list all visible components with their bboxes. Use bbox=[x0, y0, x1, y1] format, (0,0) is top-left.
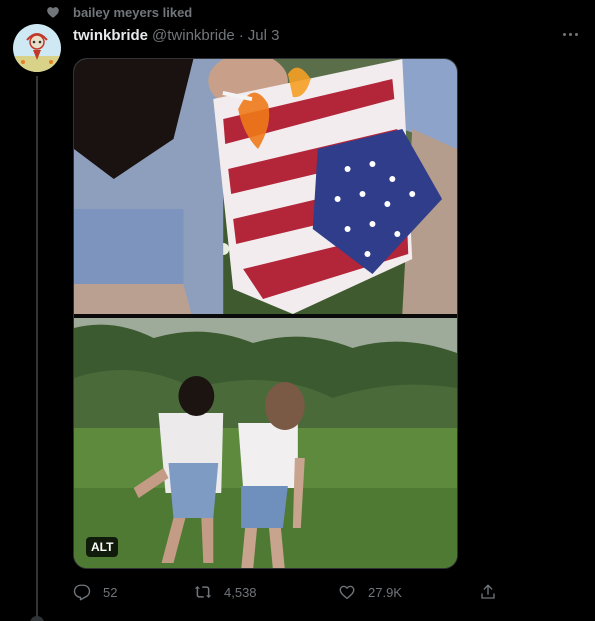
reply-count: 52 bbox=[103, 584, 118, 600]
more-button[interactable] bbox=[556, 24, 584, 44]
avatar[interactable] bbox=[13, 24, 61, 72]
media-container[interactable]: ALT bbox=[73, 58, 458, 569]
reply-icon bbox=[73, 584, 91, 601]
like-count: 27.9K bbox=[368, 584, 402, 600]
photo-flag-burning[interactable] bbox=[74, 59, 457, 314]
reply-button[interactable]: 52 bbox=[73, 580, 117, 604]
retweet-icon bbox=[194, 586, 212, 598]
next-avatar[interactable] bbox=[30, 616, 44, 621]
photo-two-girls-field[interactable] bbox=[74, 318, 457, 568]
alt-badge[interactable]: ALT bbox=[86, 537, 119, 557]
thread-line bbox=[36, 76, 38, 621]
social-context-text[interactable]: bailey meyers liked bbox=[73, 5, 192, 20]
tweet-header: twinkbride @twinkbride · Jul 3 bbox=[73, 25, 279, 45]
user-handle[interactable]: @twinkbride bbox=[152, 27, 235, 44]
tweet-article[interactable]: bailey meyers liked twinkbride @twinkbri… bbox=[0, 0, 595, 621]
heart-icon bbox=[47, 7, 59, 18]
like-button[interactable]: 27.9K bbox=[338, 580, 402, 604]
like-icon bbox=[339, 585, 355, 600]
retweet-button[interactable]: 4,538 bbox=[194, 580, 257, 604]
share-icon bbox=[481, 584, 495, 599]
separator-dot: · bbox=[238, 26, 244, 44]
display-name[interactable]: twinkbride bbox=[73, 27, 148, 44]
tweet-date[interactable]: Jul 3 bbox=[248, 27, 280, 44]
retweet-count: 4,538 bbox=[224, 584, 257, 600]
share-button[interactable] bbox=[479, 580, 497, 604]
action-bar: 52 4,538 27.9K bbox=[73, 580, 503, 604]
more-icon bbox=[562, 32, 566, 36]
